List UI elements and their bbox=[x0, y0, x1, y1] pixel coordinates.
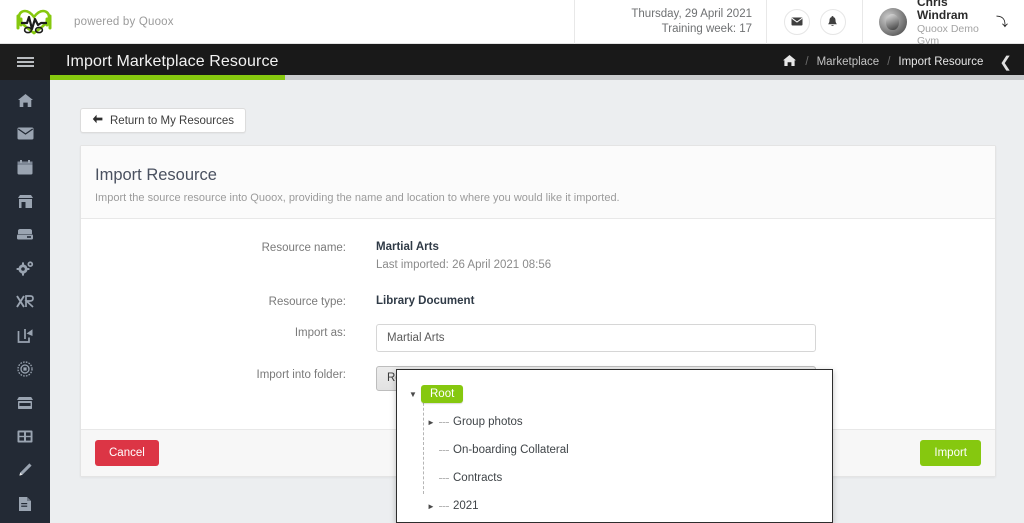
import-as-value-group: Martial Arts bbox=[376, 324, 995, 352]
sidebar-item-home[interactable] bbox=[0, 86, 50, 120]
card-subtitle: Import the source resource into Quoox, p… bbox=[95, 192, 620, 204]
tree-node-group-photos[interactable]: ► Group photos bbox=[423, 408, 832, 436]
chevron-down-icon[interactable]: ⤵ bbox=[996, 13, 1008, 30]
tree-children: ► Group photos On-boarding Collateral Co… bbox=[405, 408, 832, 520]
date-info: Thursday, 29 April 2021 Training week: 1… bbox=[574, 0, 766, 44]
xr-icon bbox=[16, 295, 34, 313]
brand-area: powered by Quoox bbox=[0, 0, 574, 44]
sidebar-item-store[interactable] bbox=[0, 187, 50, 221]
grid-icon bbox=[17, 430, 33, 448]
sidebar-item-calendar[interactable] bbox=[0, 153, 50, 187]
quoox-heart-logo[interactable] bbox=[8, 6, 60, 38]
sidebar-item-document[interactable] bbox=[0, 489, 50, 523]
current-date: Thursday, 29 April 2021 bbox=[631, 7, 752, 20]
arrow-left-icon bbox=[92, 114, 103, 127]
folder-tree-dropdown[interactable]: ▼ Root ► Group photos On-boarding Collat… bbox=[396, 369, 833, 523]
breadcrumb-item-marketplace[interactable]: Marketplace bbox=[817, 56, 880, 68]
store-icon bbox=[17, 194, 34, 214]
sidebar-item-xr[interactable] bbox=[0, 288, 50, 322]
return-to-my-resources-button[interactable]: Return to My Resources bbox=[80, 108, 246, 133]
home-icon[interactable] bbox=[782, 54, 797, 70]
tree-toggle-root[interactable]: ▼ bbox=[405, 390, 421, 399]
avatar bbox=[879, 7, 907, 36]
envelope-icon[interactable] bbox=[783, 8, 810, 35]
resource-type-label: Resource type: bbox=[268, 296, 346, 308]
document-icon bbox=[18, 496, 32, 517]
resource-last-imported: Last imported: 26 April 2021 08:56 bbox=[376, 259, 552, 271]
tree-node-2021[interactable]: ► 2021 bbox=[423, 492, 832, 520]
tree-toggle-group-photos[interactable]: ► bbox=[423, 418, 439, 427]
chevron-left-icon[interactable]: ❮ bbox=[999, 53, 1012, 71]
sidebar-nav bbox=[0, 80, 50, 523]
tree-node-root[interactable]: ▼ Root bbox=[405, 380, 832, 408]
home-icon bbox=[17, 93, 34, 113]
import-as-input[interactable]: Martial Arts bbox=[376, 324, 816, 352]
pencil-icon bbox=[17, 462, 33, 483]
breadcrumb-separator-1: / bbox=[805, 56, 809, 68]
cancel-button[interactable]: Cancel bbox=[95, 440, 159, 466]
folder-tree: ▼ Root ► Group photos On-boarding Collat… bbox=[397, 370, 832, 520]
powered-by-label: powered by Quoox bbox=[74, 15, 174, 28]
sidebar-item-marketplace[interactable] bbox=[0, 388, 50, 422]
field-resource-type: Resource type: Library Document bbox=[81, 293, 995, 310]
resource-name-value: Martial Arts bbox=[376, 241, 439, 253]
user-name: Chris Windram bbox=[917, 0, 969, 23]
notification-icons bbox=[766, 0, 862, 44]
sidebar-item-grid[interactable] bbox=[0, 422, 50, 456]
tree-label-2021[interactable]: 2021 bbox=[453, 500, 479, 512]
drawer-icon bbox=[16, 228, 34, 246]
card-title: Import Resource bbox=[95, 166, 217, 184]
top-bar: powered by Quoox Thursday, 29 April 2021… bbox=[0, 0, 1024, 47]
training-week: Training week: 17 bbox=[661, 22, 752, 35]
tree-dash bbox=[439, 477, 449, 479]
tree-dash bbox=[439, 421, 449, 423]
tree-node-contracts[interactable]: Contracts bbox=[423, 464, 832, 492]
envelope-icon bbox=[17, 127, 34, 145]
gears-icon bbox=[16, 260, 34, 281]
sidebar-item-pencil[interactable] bbox=[0, 456, 50, 490]
tree-label-root[interactable]: Root bbox=[421, 385, 464, 403]
sidebar-item-settings[interactable] bbox=[0, 254, 50, 288]
breadcrumb-item-import-resource[interactable]: Import Resource bbox=[898, 56, 983, 68]
import-as-label: Import as: bbox=[294, 327, 346, 339]
resource-type-value: Library Document bbox=[376, 295, 475, 307]
sidebar-item-drawer[interactable] bbox=[0, 220, 50, 254]
resource-name-label: Resource name: bbox=[261, 242, 346, 254]
sidebar-item-badge[interactable] bbox=[0, 355, 50, 389]
resource-name-value-group: Martial Arts Last imported: 26 April 202… bbox=[376, 239, 995, 271]
calendar-icon bbox=[17, 160, 33, 180]
field-resource-name: Resource name: Martial Arts Last importe… bbox=[81, 239, 995, 271]
return-button-label: Return to My Resources bbox=[110, 114, 234, 127]
user-info: Chris Windram Quoox Demo Gym bbox=[917, 0, 996, 47]
share-export-icon bbox=[17, 328, 34, 348]
tree-node-onboarding-collateral[interactable]: On-boarding Collateral bbox=[423, 436, 832, 464]
bell-icon[interactable] bbox=[819, 8, 846, 35]
hamburger-icon[interactable] bbox=[0, 44, 50, 80]
tree-toggle-2021[interactable]: ► bbox=[423, 502, 439, 511]
marketplace-shop-icon bbox=[16, 396, 34, 415]
tree-label-contracts[interactable]: Contracts bbox=[453, 472, 502, 484]
application-window: powered by Quoox Thursday, 29 April 2021… bbox=[0, 0, 1024, 523]
tree-label-group-photos[interactable]: Group photos bbox=[453, 416, 523, 428]
tree-dash bbox=[439, 449, 449, 451]
breadcrumb-separator-2: / bbox=[887, 56, 891, 68]
sidebar-item-messages[interactable] bbox=[0, 120, 50, 154]
import-button[interactable]: Import bbox=[920, 440, 981, 466]
badge-gear-icon bbox=[17, 361, 33, 382]
tree-dash bbox=[439, 505, 449, 507]
resource-type-value-group: Library Document bbox=[376, 293, 995, 310]
card-header: Import Resource Import the source resour… bbox=[81, 146, 995, 219]
field-import-as: Import as: Martial Arts bbox=[81, 324, 995, 352]
tree-label-onboarding-collateral[interactable]: On-boarding Collateral bbox=[453, 444, 569, 456]
import-folder-label: Import into folder: bbox=[256, 369, 346, 381]
sidebar-item-share[interactable] bbox=[0, 321, 50, 355]
user-menu[interactable]: Chris Windram Quoox Demo Gym ⤵ bbox=[862, 0, 1024, 47]
